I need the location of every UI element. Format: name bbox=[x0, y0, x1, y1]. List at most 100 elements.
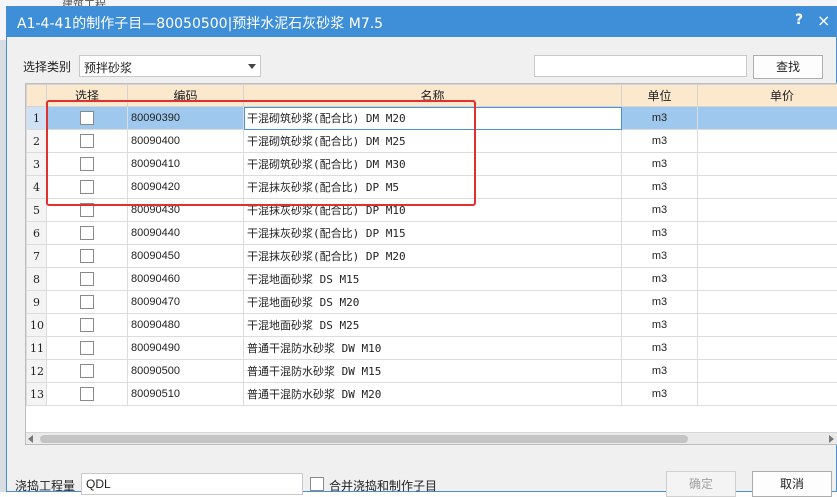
help-icon[interactable]: ? bbox=[795, 12, 803, 28]
row-checkbox[interactable] bbox=[80, 157, 94, 171]
name-cell: 普通干混防水砂浆 DW M20 bbox=[244, 383, 622, 406]
find-button[interactable]: 查找 bbox=[753, 55, 823, 79]
table-row[interactable]: 780090450干混抹灰砂浆(配合比) DP M20m3496. bbox=[27, 245, 837, 268]
merge-label[interactable]: 合并浇捣和制作子目 bbox=[329, 477, 437, 494]
table-row[interactable]: 480090420干混抹灰砂浆(配合比) DP M5m3455. bbox=[27, 176, 837, 199]
unit-cell: m3 bbox=[622, 337, 698, 360]
table-row[interactable]: 280090400干混砌筑砂浆(配合比) DM M25m3716. bbox=[27, 130, 837, 153]
code-cell: 80090420 bbox=[128, 176, 244, 199]
price-cell: 469. bbox=[698, 199, 837, 222]
code-cell: 80090480 bbox=[128, 314, 244, 337]
price-cell: 497. bbox=[698, 291, 837, 314]
ok-button[interactable]: 确定 bbox=[666, 471, 736, 497]
name-cell: 干混抹灰砂浆(配合比) DP M10 bbox=[244, 199, 622, 222]
code-cell: 80090400 bbox=[128, 130, 244, 153]
price-cell: 497. bbox=[698, 268, 837, 291]
select-cell[interactable] bbox=[47, 291, 128, 314]
table-row[interactable]: 580090430干混抹灰砂浆(配合比) DP M10m3469. bbox=[27, 199, 837, 222]
row-checkbox[interactable] bbox=[80, 249, 94, 263]
close-icon[interactable]: × bbox=[817, 11, 830, 30]
row-checkbox[interactable] bbox=[80, 295, 94, 309]
row-checkbox[interactable] bbox=[80, 226, 94, 240]
price-cell: 496. bbox=[698, 245, 837, 268]
scroll-right-icon[interactable] bbox=[829, 435, 834, 443]
unit-cell: m3 bbox=[622, 245, 698, 268]
code-cell: 80090470 bbox=[128, 291, 244, 314]
select-cell[interactable] bbox=[47, 383, 128, 406]
code-cell: 80090510 bbox=[128, 383, 244, 406]
row-number: 5 bbox=[27, 199, 47, 222]
select-cell[interactable] bbox=[47, 222, 128, 245]
scrollbar-thumb[interactable] bbox=[40, 435, 688, 443]
table-row[interactable]: 1280090500普通干混防水砂浆 DW M15m3595. bbox=[27, 360, 837, 383]
price-cell: 491. bbox=[698, 107, 837, 130]
name-cell: 普通干混防水砂浆 DW M10 bbox=[244, 337, 622, 360]
select-cell[interactable] bbox=[47, 314, 128, 337]
name-cell: 干混砌筑砂浆(配合比) DM M20 bbox=[244, 107, 622, 130]
name-cell: 干混地面砂浆 DS M15 bbox=[244, 268, 622, 291]
table-row[interactable]: 980090470干混地面砂浆 DS M20m3497. bbox=[27, 291, 837, 314]
select-cell[interactable] bbox=[47, 199, 128, 222]
row-checkbox[interactable] bbox=[80, 134, 94, 148]
column-header-price[interactable]: 单价 bbox=[698, 85, 837, 107]
table-row[interactable]: 1180090490普通干混防水砂浆 DW M10m3577. bbox=[27, 337, 837, 360]
row-checkbox[interactable] bbox=[80, 111, 94, 125]
column-header-unit[interactable]: 单位 bbox=[622, 85, 698, 107]
table-row[interactable]: 380090410干混砌筑砂浆(配合比) DM M30m3747. bbox=[27, 153, 837, 176]
price-cell: 604. bbox=[698, 383, 837, 406]
code-cell: 80090410 bbox=[128, 153, 244, 176]
row-number: 4 bbox=[27, 176, 47, 199]
row-number: 1 bbox=[27, 107, 47, 130]
row-checkbox[interactable] bbox=[80, 341, 94, 355]
price-cell: 577. bbox=[698, 337, 837, 360]
results-grid: 选择 编码 名称 单位 单价 180090390干混砌筑砂浆(配合比) DM M… bbox=[25, 83, 837, 445]
price-cell: 716. bbox=[698, 130, 837, 153]
column-header-select[interactable]: 选择 bbox=[47, 85, 128, 107]
row-checkbox[interactable] bbox=[80, 203, 94, 217]
scroll-left-icon[interactable] bbox=[28, 435, 33, 443]
code-cell: 80090500 bbox=[128, 360, 244, 383]
dialog: A1-4-41的制作子目—80050500|预拌水泥石灰砂浆 M7.5 ? × … bbox=[6, 6, 837, 492]
row-number: 13 bbox=[27, 383, 47, 406]
select-cell[interactable] bbox=[47, 337, 128, 360]
column-header-name[interactable]: 名称 bbox=[244, 85, 622, 107]
unit-cell: m3 bbox=[622, 176, 698, 199]
table-row[interactable]: 1080090480干混地面砂浆 DS M25m3512. bbox=[27, 314, 837, 337]
horizontal-scrollbar[interactable] bbox=[26, 432, 837, 445]
search-input[interactable] bbox=[534, 55, 747, 77]
column-header-code[interactable]: 编码 bbox=[128, 85, 244, 107]
table-row[interactable]: 1380090510普通干混防水砂浆 DW M20m3604. bbox=[27, 383, 837, 406]
row-checkbox[interactable] bbox=[80, 318, 94, 332]
price-cell: 487. bbox=[698, 222, 837, 245]
select-cell[interactable] bbox=[47, 245, 128, 268]
code-cell: 80090450 bbox=[128, 245, 244, 268]
row-number: 9 bbox=[27, 291, 47, 314]
table-row[interactable]: 880090460干混地面砂浆 DS M15m3497. bbox=[27, 268, 837, 291]
select-cell[interactable] bbox=[47, 360, 128, 383]
cancel-button[interactable]: 取消 bbox=[752, 471, 832, 497]
select-cell[interactable] bbox=[47, 130, 128, 153]
chevron-down-icon[interactable] bbox=[248, 64, 256, 69]
select-cell[interactable] bbox=[47, 153, 128, 176]
name-cell: 普通干混防水砂浆 DW M15 bbox=[244, 360, 622, 383]
row-checkbox[interactable] bbox=[80, 272, 94, 286]
category-select[interactable]: 预拌砂浆 bbox=[79, 55, 261, 77]
row-checkbox[interactable] bbox=[80, 387, 94, 401]
code-cell: 80090490 bbox=[128, 337, 244, 360]
row-checkbox[interactable] bbox=[80, 364, 94, 378]
select-cell[interactable] bbox=[47, 268, 128, 291]
select-cell[interactable] bbox=[47, 107, 128, 130]
name-cell: 干混抹灰砂浆(配合比) DP M20 bbox=[244, 245, 622, 268]
name-cell: 干混砌筑砂浆(配合比) DM M25 bbox=[244, 130, 622, 153]
column-header-rownum bbox=[27, 85, 47, 107]
code-cell: 80090430 bbox=[128, 199, 244, 222]
row-checkbox[interactable] bbox=[80, 180, 94, 194]
category-label: 选择类别 bbox=[23, 58, 71, 75]
dialog-titlebar: A1-4-41的制作子目—80050500|预拌水泥石灰砂浆 M7.5 ? × bbox=[7, 7, 836, 37]
select-cell[interactable] bbox=[47, 176, 128, 199]
table-row[interactable]: 180090390干混砌筑砂浆(配合比) DM M20m3491. bbox=[27, 107, 837, 130]
table-row[interactable]: 680090440干混抹灰砂浆(配合比) DP M15m3487. bbox=[27, 222, 837, 245]
unit-cell: m3 bbox=[622, 360, 698, 383]
merge-checkbox[interactable] bbox=[310, 477, 324, 491]
unit-cell: m3 bbox=[622, 107, 698, 130]
